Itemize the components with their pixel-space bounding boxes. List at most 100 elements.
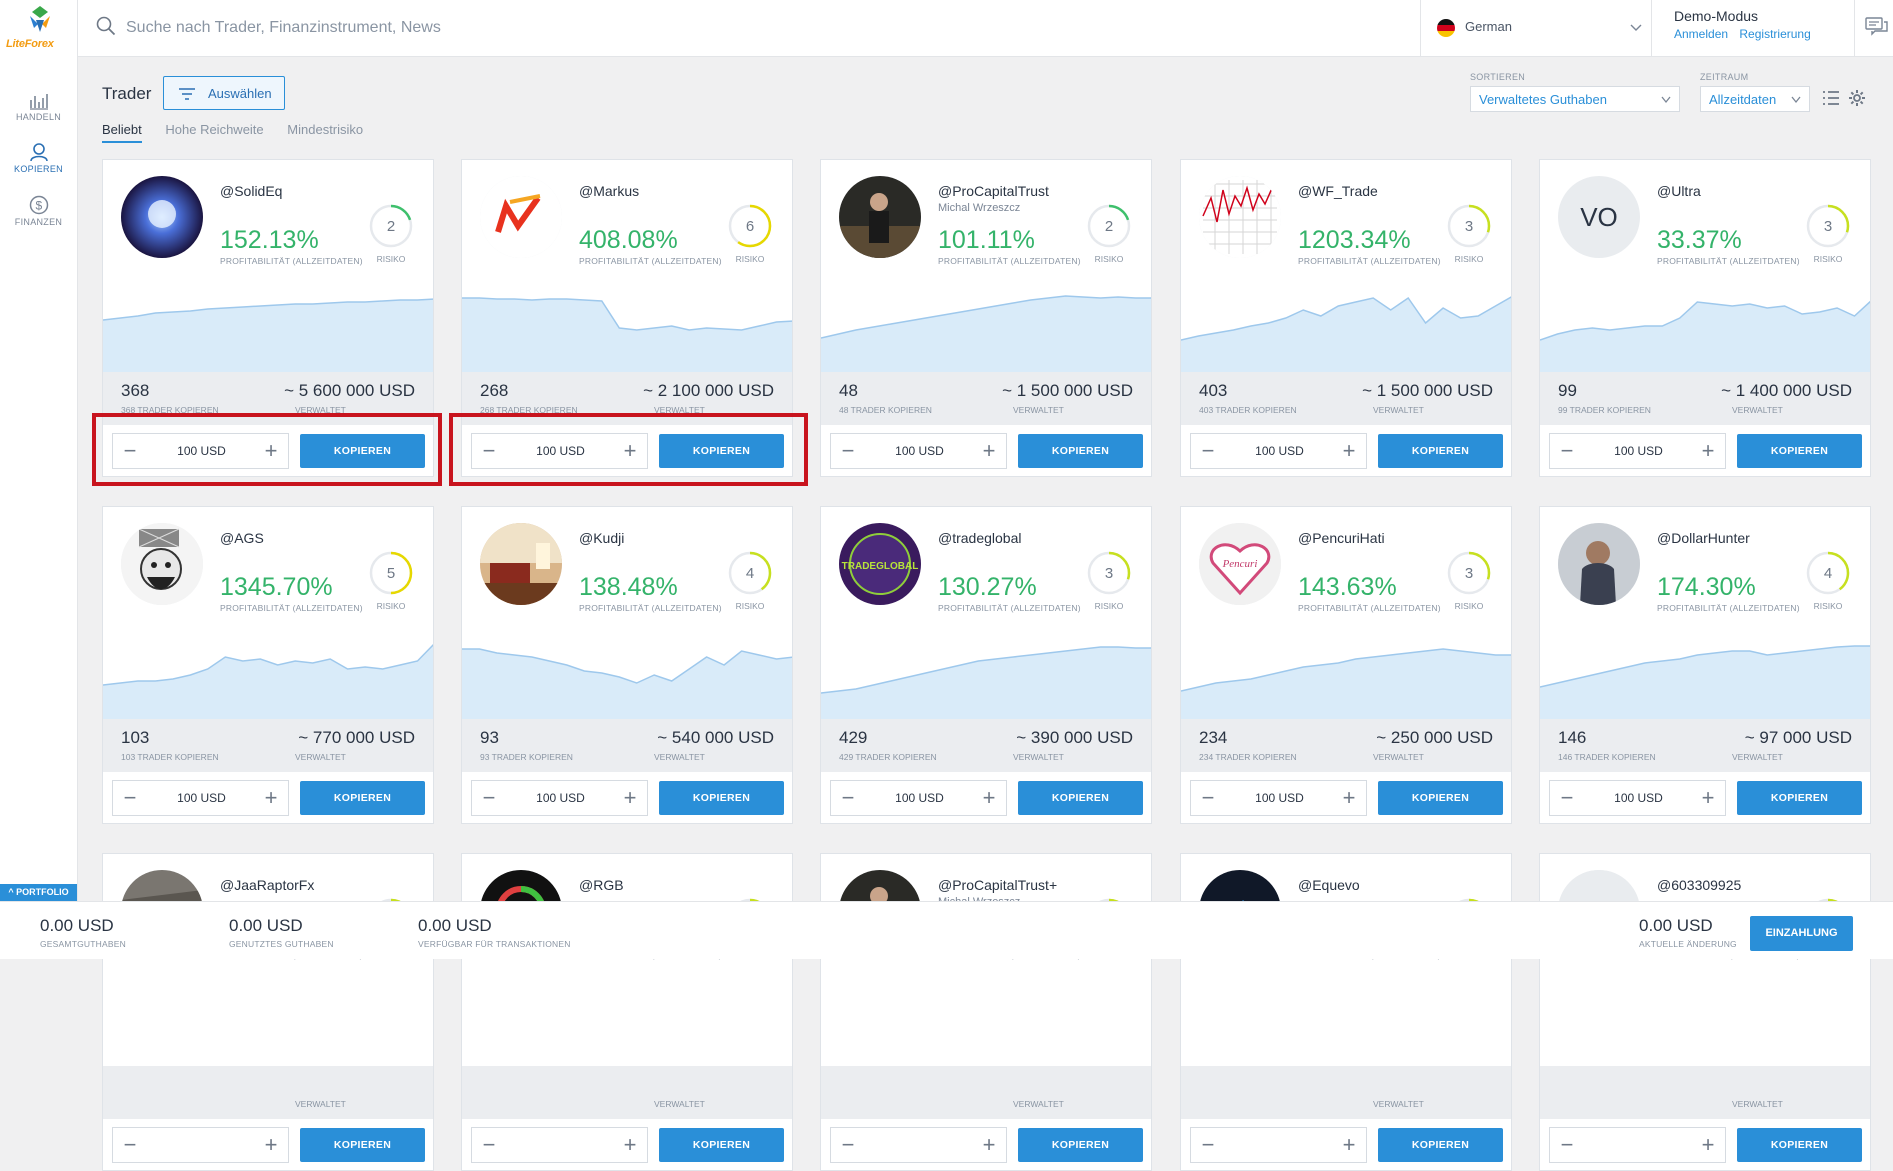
trader-card[interactable]: TRADEGLOBAL @tradeglobal 130.27% PROFITABIL… <box>820 506 1152 824</box>
avatar[interactable] <box>1558 523 1640 605</box>
increase-button[interactable]: + <box>256 1128 286 1162</box>
trader-card[interactable]: @WF_Trade 1203.34% PROFITABILITÄT (ALLZEIT… <box>1180 159 1512 477</box>
decrease-button[interactable]: − <box>474 434 504 468</box>
sidebar-item-handeln[interactable]: HANDELN <box>0 92 77 122</box>
decrease-button[interactable]: − <box>1193 434 1223 468</box>
decrease-button[interactable]: − <box>115 781 145 815</box>
trader-username[interactable]: @603309925 <box>1657 877 1741 893</box>
amount-value[interactable] <box>863 1128 976 1162</box>
increase-button[interactable]: + <box>974 1128 1004 1162</box>
amount-value[interactable]: 100 USD <box>1582 434 1695 468</box>
increase-button[interactable]: + <box>974 434 1004 468</box>
copy-button[interactable]: KOPIEREN <box>659 1128 784 1162</box>
increase-button[interactable]: + <box>615 781 645 815</box>
trader-username[interactable]: @Kudji <box>579 530 624 546</box>
trader-card[interactable]: @Kudji 138.48% PROFITABILITÄT (ALLZEITDATE… <box>461 506 793 824</box>
tab-hohe-reichweite[interactable]: Hohe Reichweite <box>165 122 263 141</box>
trader-username[interactable]: @Markus <box>579 183 639 199</box>
login-link[interactable]: Anmelden <box>1674 27 1728 41</box>
increase-button[interactable]: + <box>1693 434 1723 468</box>
trader-username[interactable]: @PencuriHati <box>1298 530 1385 546</box>
decrease-button[interactable]: − <box>115 1128 145 1162</box>
trader-card[interactable]: VO @Ultra 33.37% PROFITABILITÄT (ALLZEITDAT… <box>1539 159 1871 477</box>
copy-button[interactable]: KOPIEREN <box>1018 434 1143 468</box>
copy-button[interactable]: KOPIEREN <box>1018 781 1143 815</box>
copy-button[interactable]: KOPIEREN <box>300 781 425 815</box>
amount-value[interactable] <box>1223 1128 1336 1162</box>
trader-username[interactable]: @ProCapitalTrust+ <box>938 877 1057 893</box>
gear-icon[interactable] <box>1848 89 1866 107</box>
avatar[interactable] <box>480 523 562 605</box>
avatar[interactable]: Pencuri <box>1199 523 1281 605</box>
increase-button[interactable]: + <box>974 781 1004 815</box>
trader-card[interactable]: @ProCapitalTrust Michal Wrzeszcz 101.11% PR… <box>820 159 1152 477</box>
trader-card[interactable]: @Markus 408.08% PROFITABILITÄT (ALLZEITDAT… <box>461 159 793 477</box>
select-filter-button[interactable]: Auswählen <box>163 76 285 110</box>
tab-beliebt[interactable]: Beliebt <box>102 122 142 143</box>
trader-username[interactable]: @WF_Trade <box>1298 183 1378 199</box>
trader-username[interactable]: @RGB <box>579 877 624 893</box>
tab-mindestrisiko[interactable]: Mindestrisiko <box>287 122 363 141</box>
avatar[interactable]: TRADEGLOBAL <box>839 523 921 605</box>
portfolio-tab[interactable]: ^ PORTFOLIO <box>0 884 77 901</box>
list-view-icon[interactable] <box>1822 90 1840 106</box>
amount-value[interactable]: 100 USD <box>1223 781 1336 815</box>
increase-button[interactable]: + <box>256 434 286 468</box>
trader-username[interactable]: @ProCapitalTrust <box>938 183 1049 199</box>
decrease-button[interactable]: − <box>833 434 863 468</box>
trader-username[interactable]: @SolidEq <box>220 183 282 199</box>
trader-card[interactable]: Pencuri @PencuriHati 143.63% PROFITABILITÄT… <box>1180 506 1512 824</box>
decrease-button[interactable]: − <box>1193 1128 1223 1162</box>
amount-value[interactable]: 100 USD <box>504 434 617 468</box>
increase-button[interactable]: + <box>1693 781 1723 815</box>
copy-button[interactable]: KOPIEREN <box>659 434 784 468</box>
amount-value[interactable]: 100 USD <box>863 781 976 815</box>
copy-button[interactable]: KOPIEREN <box>1737 781 1862 815</box>
decrease-button[interactable]: − <box>1552 434 1582 468</box>
avatar[interactable] <box>1199 176 1281 258</box>
avatar[interactable]: VO <box>1558 176 1640 258</box>
increase-button[interactable]: + <box>615 434 645 468</box>
amount-value[interactable]: 100 USD <box>863 434 976 468</box>
sidebar-item-finanzen[interactable]: $ FINANZEN <box>0 195 77 227</box>
copy-button[interactable]: KOPIEREN <box>1737 1128 1862 1162</box>
copy-button[interactable]: KOPIEREN <box>1378 1128 1503 1162</box>
decrease-button[interactable]: − <box>1552 1128 1582 1162</box>
search-input[interactable] <box>124 12 1028 44</box>
copy-button[interactable]: KOPIEREN <box>659 781 784 815</box>
chat-button[interactable] <box>1854 0 1893 56</box>
register-link[interactable]: Registrierung <box>1739 27 1810 41</box>
amount-value[interactable] <box>1582 1128 1695 1162</box>
copy-button[interactable]: KOPIEREN <box>1378 781 1503 815</box>
amount-value[interactable]: 100 USD <box>1223 434 1336 468</box>
amount-value[interactable]: 100 USD <box>145 781 258 815</box>
trader-username[interactable]: @AGS <box>220 530 264 546</box>
amount-value[interactable] <box>504 1128 617 1162</box>
deposit-button[interactable]: EINZAHLUNG <box>1750 916 1853 951</box>
sort-dropdown[interactable]: Verwaltetes Guthaben <box>1470 86 1680 112</box>
increase-button[interactable]: + <box>256 781 286 815</box>
copy-button[interactable]: KOPIEREN <box>1737 434 1862 468</box>
increase-button[interactable]: + <box>1334 434 1364 468</box>
increase-button[interactable]: + <box>615 1128 645 1162</box>
trader-card[interactable]: @AGS 1345.70% PROFITABILITÄT (ALLZEITDATEN… <box>102 506 434 824</box>
sidebar-item-kopieren[interactable]: KOPIEREN <box>0 142 77 174</box>
liteforex-logo[interactable]: LiteForex <box>4 4 74 56</box>
increase-button[interactable]: + <box>1334 781 1364 815</box>
increase-button[interactable]: + <box>1693 1128 1723 1162</box>
copy-button[interactable]: KOPIEREN <box>300 1128 425 1162</box>
copy-button[interactable]: KOPIEREN <box>300 434 425 468</box>
trader-username[interactable]: @Ultra <box>1657 183 1701 199</box>
trader-username[interactable]: @tradeglobal <box>938 530 1022 546</box>
increase-button[interactable]: + <box>1334 1128 1364 1162</box>
amount-value[interactable]: 100 USD <box>504 781 617 815</box>
trader-username[interactable]: @Equevo <box>1298 877 1360 893</box>
avatar[interactable] <box>121 523 203 605</box>
trader-card[interactable]: @DollarHunter 174.30% PROFITABILITÄT (ALLZ… <box>1539 506 1871 824</box>
decrease-button[interactable]: − <box>474 1128 504 1162</box>
amount-value[interactable]: 100 USD <box>1582 781 1695 815</box>
decrease-button[interactable]: − <box>474 781 504 815</box>
trader-username[interactable]: @JaaRaptorFx <box>220 877 314 893</box>
decrease-button[interactable]: − <box>1193 781 1223 815</box>
trader-card[interactable]: @SolidEq 152.13% PROFITABILITÄT (ALLZEITDA… <box>102 159 434 477</box>
